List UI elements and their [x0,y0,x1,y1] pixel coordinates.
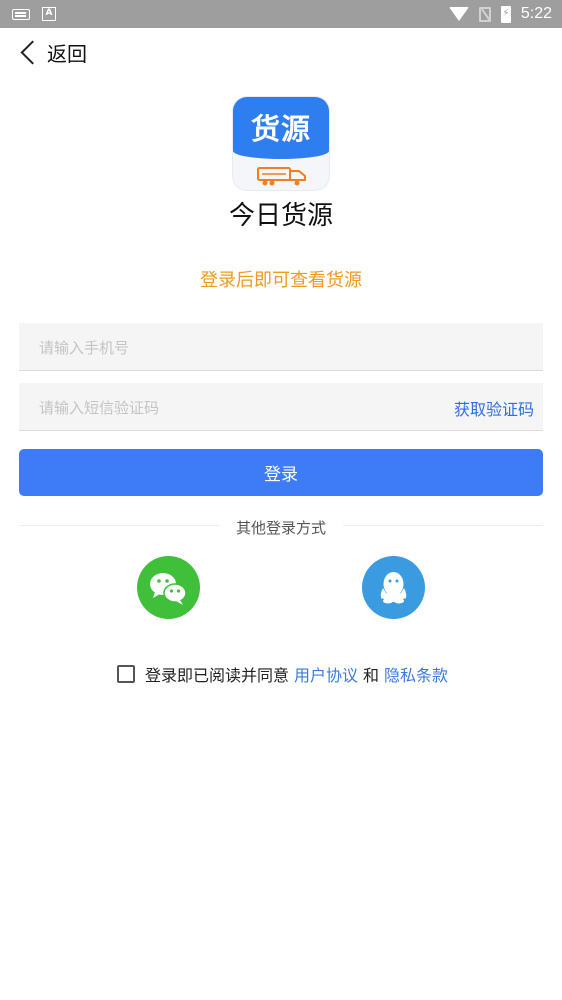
qq-login-button[interactable] [362,556,425,619]
app-logo: 货源 [233,97,329,190]
status-right-icons: 5:22 [448,3,552,25]
no-sim-icon [478,6,491,22]
privacy-policy-link[interactable]: 隐私条款 [384,662,448,686]
login-button[interactable]: 登录 [19,449,543,496]
agreement-row: 登录即已阅读并同意 用户协议 和 隐私条款 [117,662,448,686]
chevron-left-icon [20,40,45,65]
app-name: 今日货源 [228,201,333,231]
wifi-icon [448,7,469,21]
status-time: 5:22 [520,5,552,22]
logo-badge-text: 货源 [233,97,329,159]
back-button[interactable]: 返回 [18,38,87,67]
get-code-button[interactable]: 获取验证码 [454,396,534,420]
back-label: 返回 [47,42,87,66]
sms-code-input[interactable] [37,383,441,432]
wechat-icon [150,573,187,605]
agreement-prefix: 登录即已阅读并同意 [145,666,290,685]
agreement-and: 和 [363,666,380,685]
phone-field-wrapper [19,323,543,372]
qq-icon [380,572,407,604]
other-login-label: 其他登录方式 [235,519,326,537]
keyboard-icon [12,8,30,20]
battery-charging-icon [500,5,511,23]
code-field-wrapper: 获取验证码 [19,383,543,432]
wechat-login-button[interactable] [137,556,200,619]
login-hint: 登录后即可查看货源 [200,270,362,291]
agree-checkbox[interactable] [117,665,135,683]
phone-input[interactable] [37,323,441,372]
status-left-icons: A [12,7,56,21]
a-icon: A [42,7,56,21]
user-agreement-link[interactable]: 用户协议 [294,662,358,686]
status-bar: A 5:22 [0,0,562,28]
truck-icon [257,167,306,186]
